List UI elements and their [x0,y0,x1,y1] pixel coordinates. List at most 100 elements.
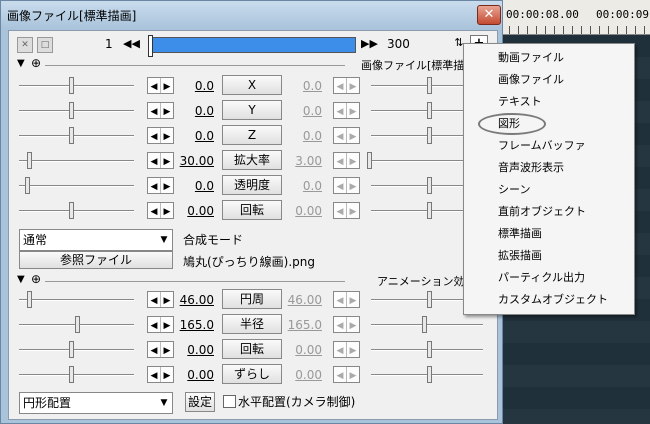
start-slider-track[interactable] [19,210,134,212]
blend-mode-select[interactable]: 通常 ▼ [19,229,173,251]
param-name-button[interactable]: Y [222,100,282,120]
start-slider-thumb[interactable] [25,177,30,194]
horizontal-layout-checkbox[interactable] [223,395,236,408]
horizontal-layout-label: 水平配置(カメラ制御) [238,395,356,409]
menu-item[interactable]: 直前オブジェクト [464,201,634,223]
arrow-left-icon[interactable]: ◀ [148,80,160,95]
end-slider-thumb [427,291,432,308]
param-name-button[interactable]: 回転 [222,200,282,220]
start-slider-thumb[interactable] [69,77,74,94]
shadow-icon[interactable]: □ [37,37,53,53]
close-button[interactable]: ✕ [477,5,501,25]
menu-item[interactable]: 標準描画 [464,223,634,245]
start-slider-thumb[interactable] [69,127,74,144]
menu-item[interactable]: 画像ファイル [464,69,634,91]
param-name-button[interactable]: 円周 [222,289,282,309]
start-value[interactable]: 46.00 [169,293,214,307]
start-slider-thumb[interactable] [69,341,74,358]
start-slider-thumb[interactable] [75,316,80,333]
browse-file-button[interactable]: 参照ファイル [19,251,173,269]
start-value[interactable]: 0.0 [169,79,214,93]
section-header-animation[interactable]: ▼ ⊕ アニメーション効果 [9,272,497,288]
start-slider-track[interactable] [19,349,134,351]
menu-item[interactable]: フレームバッファ [464,135,634,157]
title-bar[interactable]: 画像ファイル[標準描画] ✕ [1,1,502,29]
end-value: 46.00 [287,293,322,307]
start-slider-thumb[interactable] [69,202,74,219]
start-value[interactable]: 0.00 [169,343,214,357]
blend-mode-value: 通常 [23,233,48,247]
start-value[interactable]: 30.00 [169,154,214,168]
end-slider-thumb [427,341,432,358]
end-value: 0.00 [295,368,322,382]
divider [45,281,345,282]
menu-item[interactable]: シーン [464,179,634,201]
menu-item[interactable]: カスタムオブジェクト [464,289,634,311]
object-settings-window: 画像ファイル[標準描画] ✕ ✕ □ 1 ◀◀ ▶▶ 300 ⇅ + ▼ ⊕ 画… [0,0,503,424]
param-name-button[interactable]: 回転 [222,339,282,359]
arrow-left-icon: ◀ [336,182,344,192]
mouse-icon: ⊕ [31,56,42,70]
arrow-left-icon[interactable]: ◀ [148,344,160,359]
end-slider-track [371,324,483,326]
animation-type-select[interactable]: 円形配置 ▼ [19,392,173,414]
section-label: 画像ファイル[標準描画] [361,59,480,72]
start-slider-track[interactable] [19,299,134,301]
arrow-left-icon[interactable]: ◀ [148,294,160,309]
collapse-arrow-icon[interactable]: ▼ [17,58,25,69]
frame-seekbar[interactable] [148,35,356,57]
start-slider-track[interactable] [19,85,134,87]
end-value-arrows: ◀ ▶ [333,177,360,194]
chevron-down-icon: ▼ [160,398,168,408]
param-name-button[interactable]: ずらし [222,364,282,384]
menu-item[interactable]: 音声波形表示 [464,157,634,179]
start-value[interactable]: 0.0 [169,179,214,193]
menu-item[interactable]: テキスト [464,91,634,113]
end-value: 3.00 [295,154,322,168]
start-slider-track[interactable] [19,374,134,376]
collapse-arrow-icon[interactable]: ▼ [17,274,25,285]
start-slider-track[interactable] [19,160,134,162]
arrow-left-icon: ◀ [336,107,344,117]
arrow-right-icon: ▶ [349,107,357,117]
start-slider-thumb[interactable] [69,102,74,119]
start-slider-thumb[interactable] [27,291,32,308]
start-slider-thumb[interactable] [27,152,32,169]
start-value[interactable]: 165.0 [169,318,214,332]
end-value-arrows: ◀ ▶ [333,102,360,119]
prev-frame-button[interactable]: ◀◀ [123,36,140,52]
arrow-right-icon: ▶ [349,296,357,306]
arrow-left-icon: ◀ [336,346,344,356]
arrow-left-icon[interactable]: ◀ [148,130,160,145]
param-name-button[interactable]: 拡大率 [222,150,282,170]
start-slider-track[interactable] [19,185,134,187]
param-name-button[interactable]: Z [222,125,282,145]
start-slider-thumb[interactable] [69,366,74,383]
arrow-left-icon[interactable]: ◀ [148,319,160,334]
arrow-left-icon[interactable]: ◀ [148,180,160,195]
settings-button[interactable]: 設定 [185,392,215,412]
start-value[interactable]: 0.0 [169,104,214,118]
param-name-button[interactable]: X [222,75,282,95]
menu-item[interactable]: 動画ファイル [464,47,634,69]
next-frame-button[interactable]: ▶▶ [361,36,378,52]
arrow-left-icon[interactable]: ◀ [148,369,160,384]
param-name-button[interactable]: 透明度 [222,175,282,195]
start-slider-track[interactable] [19,110,134,112]
end-value: 0.0 [302,179,322,193]
camera-control-icon[interactable]: ✕ [17,37,33,53]
menu-item[interactable]: 拡張描画 [464,245,634,267]
seekbar-thumb[interactable] [148,35,153,57]
start-value[interactable]: 0.00 [169,368,214,382]
section-header-drawing[interactable]: ▼ ⊕ 画像ファイル[標準描画] [9,56,497,72]
end-value-arrows: ◀ ▶ [333,127,360,144]
arrow-left-icon[interactable]: ◀ [148,205,160,220]
arrow-left-icon[interactable]: ◀ [148,105,160,120]
start-value[interactable]: 0.0 [169,129,214,143]
start-slider-track[interactable] [19,135,134,137]
menu-item[interactable]: パーティクル出力 [464,267,634,289]
start-value[interactable]: 0.00 [169,204,214,218]
arrow-left-icon[interactable]: ◀ [148,155,160,170]
timeline-ruler[interactable]: 00:00:08.00 00:00:09. [500,0,650,35]
param-name-button[interactable]: 半径 [222,314,282,334]
